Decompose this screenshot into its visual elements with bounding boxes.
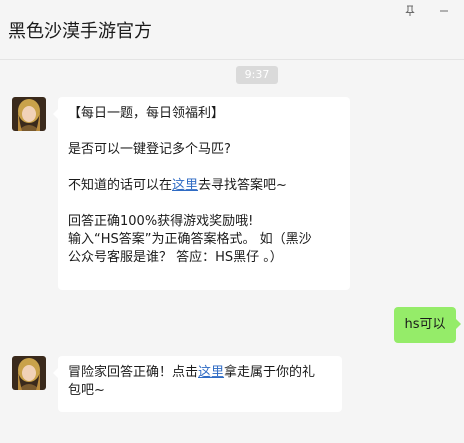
message-text: 冒险家回答正确！点击 bbox=[68, 365, 199, 380]
window-controls bbox=[400, 0, 454, 22]
message-text: 去寻找答案吧~ bbox=[198, 178, 287, 193]
message-bubble-reward: 冒险家回答正确！点击这里拿走属于你的礼 包吧~ bbox=[53, 356, 342, 412]
message-line: 回答正确100%获得游戏奖励哦! bbox=[68, 214, 254, 229]
chat-header: 黑色沙漠手游官方 bbox=[0, 0, 464, 60]
message-line: 冒险家回答正确！点击这里拿走属于你的礼 bbox=[68, 364, 332, 382]
message-bubble-quiz: 【每日一题，每日领福利】 是否可以一键登记多个马匹? 不知道的话可以在这里去寻找… bbox=[53, 97, 350, 290]
message-text: 拿走属于你的礼 bbox=[224, 365, 316, 380]
message-line: 【每日一题，每日领福利】 bbox=[68, 106, 225, 121]
reward-link[interactable]: 这里 bbox=[198, 365, 224, 380]
message-bubble-self: hs可以 bbox=[394, 307, 461, 343]
official-avatar[interactable] bbox=[12, 97, 46, 131]
message-line: 是否可以一键登记多个马匹? bbox=[68, 142, 231, 157]
official-avatar[interactable] bbox=[12, 356, 46, 390]
message-line: 输入“HS答案”为正确答案格式。 如（黑沙 bbox=[68, 232, 312, 247]
answer-link[interactable]: 这里 bbox=[172, 178, 198, 193]
message-line: 不知道的话可以在这里去寻找答案吧~ bbox=[68, 177, 340, 195]
minimize-icon[interactable] bbox=[434, 0, 454, 22]
message-timestamp: 9:37 bbox=[236, 66, 278, 84]
chat-title: 黑色沙漠手游官方 bbox=[8, 21, 152, 42]
message-line: 公众号客服是谁？ 答应：HS黑仔 。） bbox=[68, 250, 283, 265]
message-text: 不知道的话可以在 bbox=[68, 178, 173, 193]
pin-icon[interactable] bbox=[400, 0, 420, 22]
message-line: 包吧~ bbox=[68, 383, 105, 398]
